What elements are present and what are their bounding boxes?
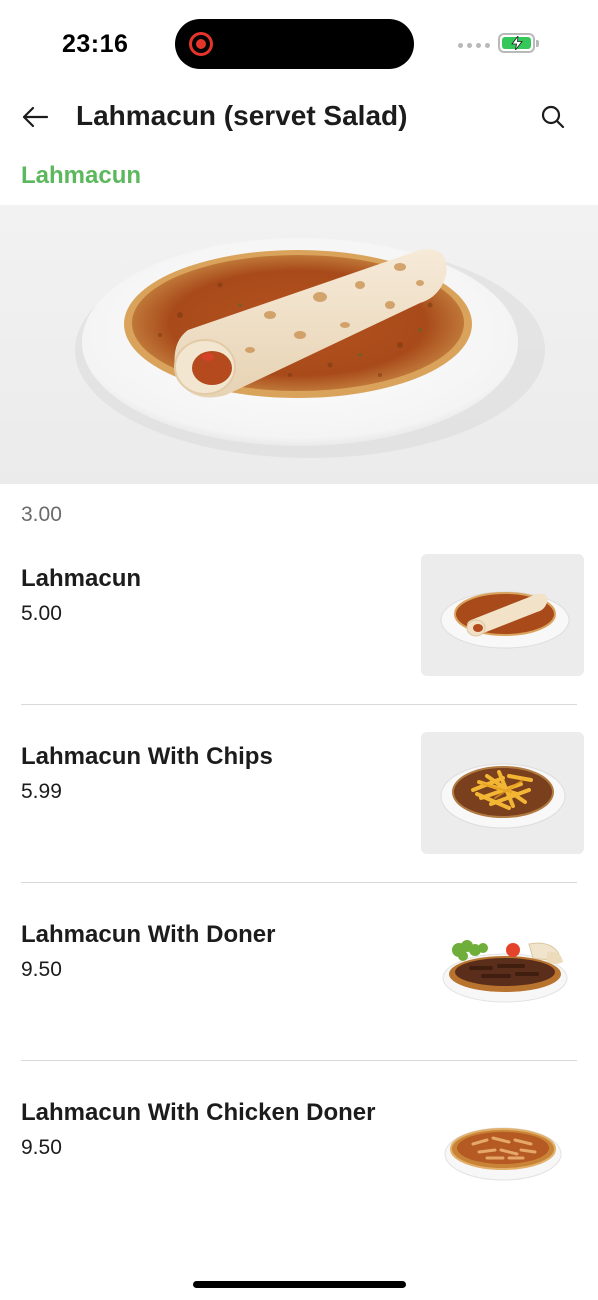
item-divider (21, 882, 577, 883)
battery-icon (498, 33, 539, 53)
lahmacun-doner-plate-image (442, 940, 568, 1003)
item-divider (21, 704, 577, 705)
back-button[interactable] (18, 100, 52, 134)
item-price: 9.50 (21, 958, 62, 981)
item-price: 5.00 (21, 602, 62, 625)
menu-item-lahmacun-with-doner[interactable]: Lahmacun With Doner 9.50 (0, 896, 598, 1074)
item-image (421, 910, 584, 1032)
lahmacun-wrap-plate-image (440, 591, 570, 649)
item-name: Lahmacun With Chicken Doner (21, 1099, 376, 1126)
item-divider (21, 1060, 577, 1061)
status-bar: 23:16 (0, 0, 598, 88)
page-title: Lahmacun (servet Salad) (76, 100, 408, 131)
category-hero-image (0, 205, 598, 484)
app-header: Lahmacun (servet Salad) (0, 88, 598, 148)
lahmacun-chips-plate-image (440, 763, 566, 829)
item-name: Lahmacun With Doner (21, 921, 276, 948)
lahmacun-chicken-doner-plate-image (444, 1127, 562, 1181)
status-time: 23:16 (62, 30, 129, 58)
home-indicator[interactable] (193, 1281, 406, 1288)
item-price: 5.99 (21, 780, 62, 803)
signal-icon (458, 43, 490, 48)
battery-fill (502, 36, 531, 50)
lahmacun-wrap-plate-image (75, 238, 545, 458)
item-image (421, 1088, 584, 1210)
item-price: 9.50 (21, 1136, 62, 1159)
charging-bolt-icon (510, 36, 523, 50)
item-name: Lahmacun (21, 565, 142, 592)
item-image (421, 732, 584, 854)
menu-item-lahmacun-with-chips[interactable]: Lahmacun With Chips 5.99 (0, 718, 598, 896)
item-image (421, 554, 584, 676)
category-base-price: 3.00 (21, 503, 62, 526)
dynamic-island (175, 19, 414, 69)
search-button[interactable] (536, 100, 570, 134)
search-icon (541, 105, 565, 129)
screen-recording-icon (189, 32, 213, 56)
menu-item-lahmacun-with-chicken-doner[interactable]: Lahmacun With Chicken Doner 9.50 (0, 1074, 598, 1252)
item-name: Lahmacun With Chips (21, 743, 273, 770)
category-label: Lahmacun (21, 162, 142, 189)
menu-item-lahmacun[interactable]: Lahmacun 5.00 (0, 540, 598, 718)
arrow-left-icon (22, 106, 49, 128)
